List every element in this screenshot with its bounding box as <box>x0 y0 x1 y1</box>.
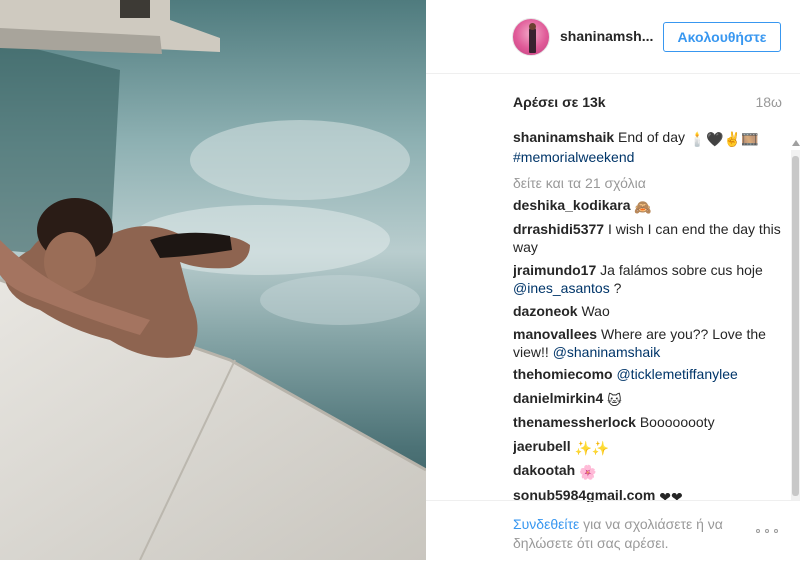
comment-emoji: ✨✨ <box>574 440 610 456</box>
comment-text: Ja falámos sobre cus hoje <box>600 262 763 278</box>
list-item: dakootah 🌸 <box>513 461 783 481</box>
list-item: dazoneok Wao <box>513 302 783 320</box>
view-all-comments-link[interactable]: δείτε και τα 21 σχόλια <box>513 174 646 192</box>
comment-mention[interactable]: @shaninamshaik <box>553 344 661 360</box>
list-item: jaerubell ✨✨ <box>513 437 783 457</box>
comment-emoji: 🌸 <box>579 464 597 480</box>
comment-username[interactable]: thehomiecomo <box>513 366 613 382</box>
ellipsis-dot <box>774 529 778 533</box>
login-link[interactable]: Συνδεθείτε <box>513 516 579 532</box>
comment-username[interactable]: thenamessherlock <box>513 414 636 430</box>
scroll-up-arrow-icon[interactable] <box>792 140 800 146</box>
comment-mention[interactable]: @ines_asantos <box>513 280 610 296</box>
caption-username[interactable]: shaninamshaik <box>513 129 614 145</box>
post-footer: Συνδεθείτε για να σχολιάσετε ή να δηλώσε… <box>426 500 800 564</box>
comment-username[interactable]: jraimundo17 <box>513 262 596 278</box>
post-header: shaninamsh... Ακολουθήστε <box>426 0 800 74</box>
post-side-panel: shaninamsh... Ακολουθήστε Αρέσει σε 13k … <box>426 0 800 564</box>
likes-count[interactable]: Αρέσει σε 13k <box>513 94 606 110</box>
comment-mention[interactable]: @ticklemetiffanylee <box>616 366 737 382</box>
ellipsis-dot <box>756 529 760 533</box>
list-item: jraimundo17 Ja falámos sobre cus hoje @i… <box>513 261 783 297</box>
caption-emojis: 🕯️🖤✌️🎞️ <box>688 131 759 147</box>
comment-username[interactable]: danielmirkin4 <box>513 390 603 406</box>
post-photo[interactable] <box>0 0 426 560</box>
comment-emoji: 🐱 <box>607 392 622 408</box>
list-item: danielmirkin4 🐱 <box>513 389 783 409</box>
comment-tail: ? <box>609 280 622 296</box>
list-item: thenamessherlock Boooooooty <box>513 413 783 431</box>
comment-username[interactable]: drrashidi5377 <box>513 221 604 237</box>
caption-hashtag[interactable]: #memorialweekend <box>513 149 634 165</box>
list-item: deshika_kodikara 🙈 <box>513 196 783 216</box>
comment-username[interactable]: jaerubell <box>513 438 571 454</box>
avatar-figure <box>529 27 536 53</box>
scrollbar-thumb[interactable] <box>792 156 799 496</box>
comment-username[interactable]: dakootah <box>513 462 575 478</box>
comments-list[interactable]: shaninamshaik End of day 🕯️🖤✌️🎞️ #memori… <box>513 128 788 502</box>
profile-avatar[interactable] <box>512 18 550 56</box>
header-username[interactable]: shaninamsh... <box>560 28 653 44</box>
caption-text: End of day <box>618 129 685 145</box>
post-age[interactable]: 18ω <box>755 94 782 110</box>
login-prompt: Συνδεθείτε για να σχολιάσετε ή να δηλώσε… <box>513 515 738 553</box>
list-item: thehomiecomo @ticklemetiffanylee <box>513 365 783 383</box>
comment-username[interactable]: manovallees <box>513 326 597 342</box>
list-item: drrashidi5377 I wish I can end the day t… <box>513 220 783 256</box>
comment-text: Wao <box>581 303 610 319</box>
instagram-post-view: shaninamsh... Ακολουθήστε Αρέσει σε 13k … <box>0 0 800 564</box>
comment-emoji: 🙈 <box>634 199 652 215</box>
avatar-head <box>529 23 536 30</box>
pool-scene-illustration <box>0 0 426 560</box>
ellipsis-dot <box>765 529 769 533</box>
likes-row: Αρέσει σε 13k 18ω <box>426 74 800 126</box>
comment-username[interactable]: dazoneok <box>513 303 578 319</box>
ellipsis-icon[interactable] <box>756 526 782 536</box>
comment-text: Boooooooty <box>639 414 715 430</box>
follow-button[interactable]: Ακολουθήστε <box>663 22 781 52</box>
caption: shaninamshaik End of day 🕯️🖤✌️🎞️ #memori… <box>513 128 783 166</box>
comment-username[interactable]: deshika_kodikara <box>513 197 631 213</box>
comments-scrollbar[interactable] <box>791 140 800 500</box>
list-item: manovallees Where are you?? Love the vie… <box>513 325 783 361</box>
